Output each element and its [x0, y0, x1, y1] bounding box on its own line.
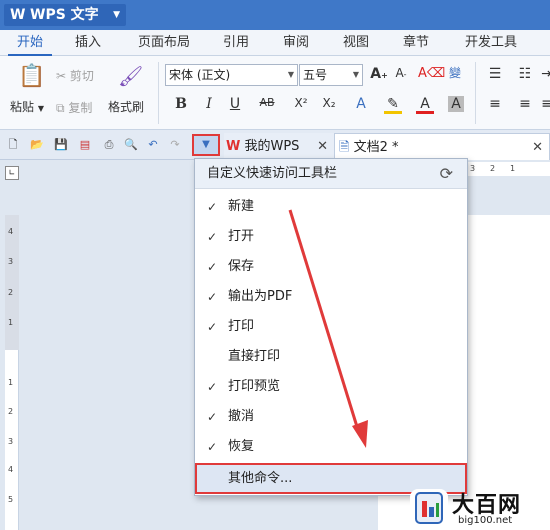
arrow-line: [288, 209, 360, 431]
watermark-logo-icon: [410, 489, 448, 527]
annotation-arrow: [288, 209, 368, 448]
watermark: 大百网 big100.net: [410, 487, 550, 530]
arrow-head: [352, 420, 368, 448]
watermark-url: big100.net: [458, 515, 513, 526]
